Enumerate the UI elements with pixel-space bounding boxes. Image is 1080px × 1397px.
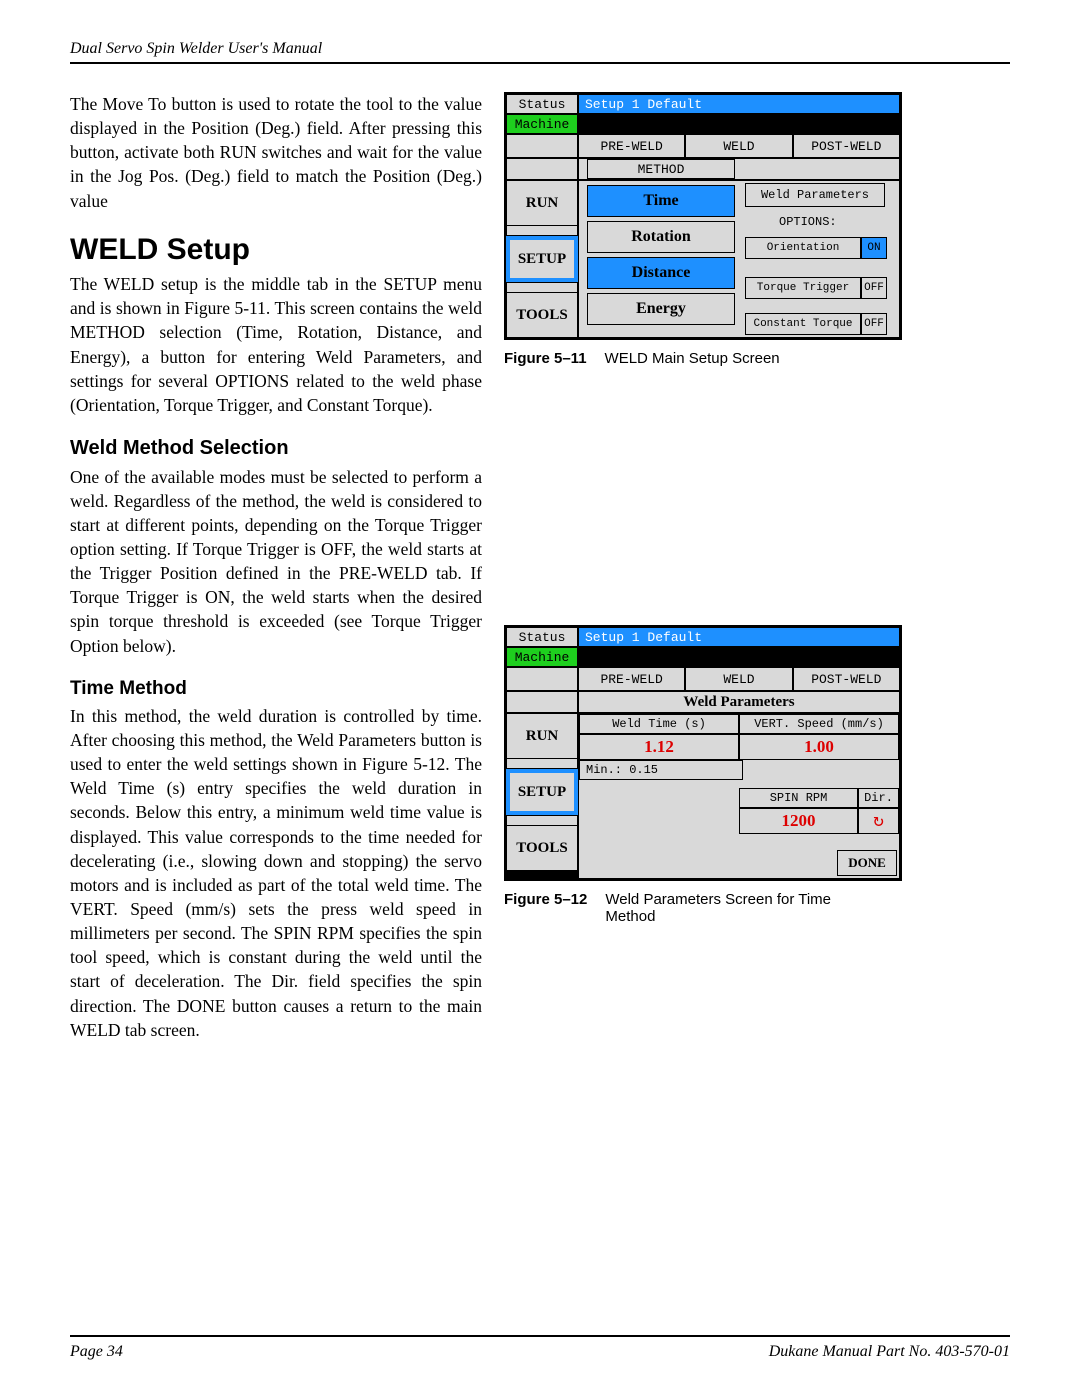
- titlebar-spacer-2: [578, 647, 900, 667]
- dir-label: Dir.: [858, 788, 899, 808]
- figures-column: Status Machine Setup 1 Default: [504, 92, 1010, 1042]
- option-torque-trigger-value[interactable]: OFF: [861, 277, 887, 299]
- side-blank-3: [506, 667, 578, 691]
- vert-speed-label: VERT. Speed (mm/s): [739, 714, 899, 734]
- options-heading: OPTIONS:: [779, 215, 837, 229]
- status-label-2: Status: [506, 627, 578, 647]
- method-distance-button[interactable]: Distance: [587, 257, 735, 289]
- vert-speed-value[interactable]: 1.00: [739, 734, 899, 760]
- figure-5-12: Status Machine Setup 1 Default PRE-WELD: [504, 625, 1010, 925]
- intro-paragraph: The Move To button is used to rotate the…: [70, 92, 482, 213]
- nav-run-button-2[interactable]: RUN: [506, 713, 578, 759]
- spin-rpm-label: SPIN RPM: [739, 788, 858, 808]
- titlebar-spacer: [578, 114, 900, 134]
- titlebar-2: Setup 1 Default: [578, 627, 900, 647]
- figure-5-11-label: Figure 5–11: [504, 350, 587, 367]
- option-constant-torque-value[interactable]: OFF: [861, 313, 887, 335]
- manual-part-number: Dukane Manual Part No. 403-570-01: [769, 1343, 1010, 1361]
- figure-5-11: Status Machine Setup 1 Default: [504, 92, 1010, 367]
- min-time-label: Min.: 0.15: [579, 760, 743, 780]
- nav-tools-button[interactable]: TOOLS: [506, 292, 578, 338]
- tab-weld[interactable]: WELD: [685, 134, 792, 158]
- para-weld-setup: The WELD setup is the middle tab in the …: [70, 272, 482, 417]
- method-energy-button[interactable]: Energy: [587, 293, 735, 325]
- spin-rpm-value[interactable]: 1200: [739, 808, 858, 834]
- tab-pre-weld[interactable]: PRE-WELD: [578, 134, 685, 158]
- option-orientation[interactable]: Orientation: [745, 237, 861, 259]
- nav-gap-3: [506, 759, 578, 769]
- heading-weld-method-selection: Weld Method Selection: [70, 435, 482, 463]
- para-weld-method-selection: One of the available modes must be selec…: [70, 465, 482, 658]
- weld-time-value[interactable]: 1.12: [579, 734, 739, 760]
- status-label: Status: [506, 94, 578, 114]
- titlebar: Setup 1 Default: [578, 94, 900, 114]
- nav-gap-1: [506, 226, 578, 236]
- option-torque-trigger[interactable]: Torque Trigger: [745, 277, 861, 299]
- method-heading: METHOD: [587, 159, 735, 179]
- side-blank-4: [506, 691, 578, 713]
- side-blank: [506, 134, 578, 158]
- option-orientation-value[interactable]: ON: [861, 237, 887, 259]
- machine-label-2: Machine: [506, 647, 578, 667]
- option-constant-torque[interactable]: Constant Torque: [745, 313, 861, 335]
- dir-arrow-icon[interactable]: ↻: [858, 808, 899, 834]
- weld-time-label: Weld Time (s): [579, 714, 739, 734]
- weld-parameters-button[interactable]: Weld Parameters: [745, 183, 885, 207]
- page-footer: Page 34 Dukane Manual Part No. 403-570-0…: [70, 1335, 1010, 1361]
- tab-post-weld-2[interactable]: POST-WELD: [793, 667, 900, 691]
- machine-label: Machine: [506, 114, 578, 134]
- tab-post-weld[interactable]: POST-WELD: [793, 134, 900, 158]
- method-time-button[interactable]: Time: [587, 185, 735, 217]
- nav-tools-button-2[interactable]: TOOLS: [506, 825, 578, 871]
- body-text-column: The Move To button is used to rotate the…: [70, 92, 482, 1042]
- figure-5-12-label: Figure 5–12: [504, 891, 587, 925]
- figure-5-12-caption: Weld Parameters Screen for Time Method: [587, 891, 867, 925]
- figure-5-11-caption: WELD Main Setup Screen: [587, 350, 780, 367]
- para-time-method: In this method, the weld duration is con…: [70, 704, 482, 1042]
- page-number: Page 34: [70, 1343, 123, 1361]
- nav-setup-button-2[interactable]: SETUP: [506, 769, 578, 815]
- weld-parameters-title: Weld Parameters: [578, 691, 900, 713]
- done-button[interactable]: DONE: [837, 850, 897, 876]
- method-rotation-button[interactable]: Rotation: [587, 221, 735, 253]
- side-blank-2: [506, 158, 578, 180]
- blank-cell: [743, 760, 899, 780]
- page-header: Dual Servo Spin Welder User's Manual: [70, 40, 1010, 64]
- nav-gap-4: [506, 815, 578, 825]
- nav-run-button[interactable]: RUN: [506, 180, 578, 226]
- weld-parameters-screen: Status Machine Setup 1 Default PRE-WELD: [504, 625, 902, 881]
- tab-weld-2[interactable]: WELD: [685, 667, 792, 691]
- tab-pre-weld-2[interactable]: PRE-WELD: [578, 667, 685, 691]
- nav-setup-button[interactable]: SETUP: [506, 236, 578, 282]
- weld-main-setup-screen: Status Machine Setup 1 Default: [504, 92, 902, 340]
- heading-weld-setup: WELD Setup: [70, 229, 482, 270]
- heading-time-method: Time Method: [70, 676, 482, 702]
- nav-gap-2: [506, 282, 578, 292]
